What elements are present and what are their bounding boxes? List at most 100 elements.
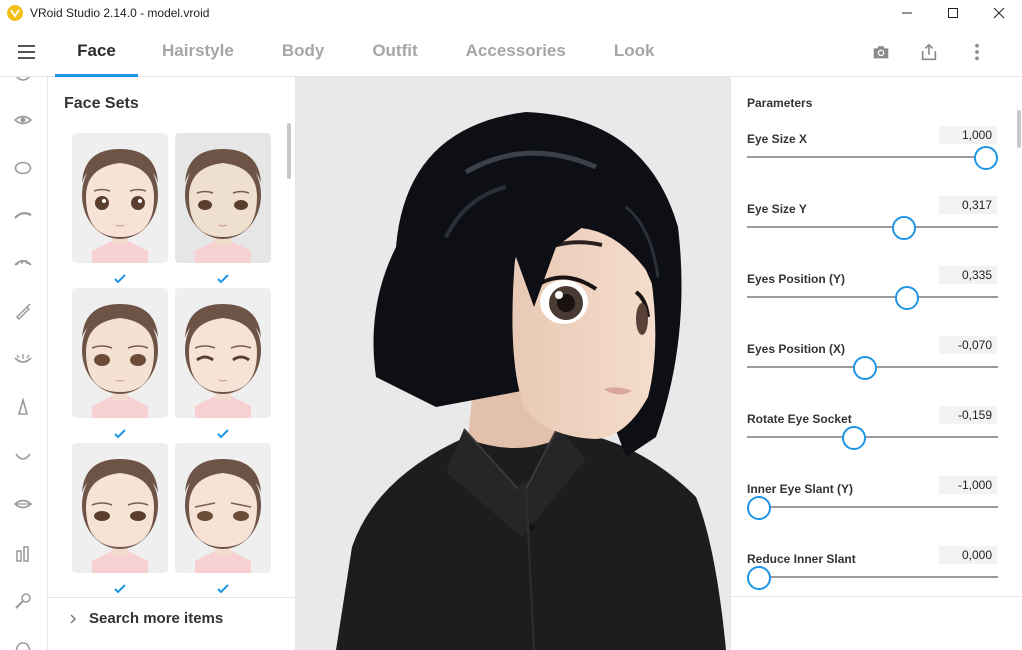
param-value-input[interactable]: 0,000 [939,546,997,564]
title-bar: VRoid Studio 2.14.0 - model.vroid [0,0,1022,26]
face-preview-image [185,459,261,573]
tab-body[interactable]: Body [282,26,325,76]
eyeliner-icon[interactable] [12,300,34,322]
face-set-thumbnail[interactable] [72,133,168,263]
param-eyes-position-y: Eyes Position (Y) 0,335 [731,266,1015,342]
face-sets-scrollbar[interactable] [287,123,291,179]
tab-accessories[interactable]: Accessories [466,26,566,76]
selected-check-icon [114,274,126,284]
selected-check-icon [217,429,229,439]
face-preview-image [82,149,158,263]
slider-track[interactable] [747,156,998,158]
minimize-button[interactable] [884,0,930,26]
face-set-thumbnail[interactable] [175,288,271,418]
teeth-icon[interactable] [12,542,34,564]
export-icon [921,43,937,61]
selected-check-icon [217,274,229,284]
param-value-input[interactable]: 0,335 [939,266,997,284]
slider-track[interactable] [747,226,998,228]
face-set-thumbnail[interactable] [175,443,271,573]
selected-check-icon [114,429,126,439]
3d-model-viewport[interactable] [296,77,730,650]
ear-icon[interactable] [12,636,34,650]
slider-track[interactable] [747,436,998,438]
param-eye-size-x: Eye Size X 1,000 [731,126,1015,202]
face-top-icon[interactable] [12,77,34,85]
slider-handle[interactable] [852,356,877,380]
main-tab-bar: Face Hairstyle Body Outfit Accessories L… [0,26,1022,77]
face-sets-grid [48,132,288,597]
param-value-input[interactable]: 1,000 [939,126,997,144]
hamburger-menu-icon[interactable] [17,43,37,61]
slider-track[interactable] [747,506,998,508]
slider-handle[interactable] [747,566,771,590]
more-vertical-icon [975,43,979,61]
brush-icon[interactable] [12,590,34,612]
camera-icon [873,46,889,59]
param-value-input[interactable]: -0,070 [939,336,997,354]
tab-look[interactable]: Look [614,26,655,76]
param-label: Eyes Position (X) [747,342,846,356]
slider-handle[interactable] [842,426,867,450]
window-title: VRoid Studio 2.14.0 - model.vroid [30,6,210,20]
param-label: Rotate Eye Socket [747,412,852,426]
slider-handle[interactable] [894,286,919,310]
tab-outfit[interactable]: Outfit [372,26,417,76]
chevron-right-icon [70,614,76,623]
mouth-icon[interactable] [12,445,34,467]
param-eyes-position-x: Eyes Position (X) -0,070 [731,336,1015,412]
face-preview-image [82,459,158,573]
face-set-thumbnail[interactable] [72,443,168,573]
eye-closed-icon[interactable] [12,348,34,370]
selected-check-icon [217,584,229,594]
slider-track[interactable] [747,296,998,298]
maximize-icon [948,8,958,18]
parameters-title: Parameters [747,96,813,110]
param-label: Eye Size Y [747,202,807,216]
lips-icon[interactable] [12,493,34,515]
selected-check-icon [114,584,126,594]
face-set-thumbnail[interactable] [175,133,271,263]
param-eye-size-y: Eye Size Y 0,317 [731,196,1015,272]
search-more-label: Search more items [89,610,224,627]
param-label: Eyes Position (Y) [747,272,846,286]
tab-face[interactable]: Face [55,26,138,77]
tab-hairstyle[interactable]: Hairstyle [162,26,234,76]
export-button[interactable] [918,41,940,63]
face-set-thumbnail[interactable] [72,288,168,418]
param-label: Reduce Inner Slant [747,552,856,566]
eye-icon[interactable] [12,109,34,131]
window-controls [884,0,1022,26]
close-button[interactable] [976,0,1022,26]
param-value-input[interactable]: -0,159 [939,406,997,424]
face-sets-title: Face Sets [64,95,139,112]
search-more-items-button[interactable]: Search more items [48,597,295,639]
slider-handle[interactable] [892,216,917,240]
maximize-button[interactable] [930,0,976,26]
more-options-button[interactable] [966,41,988,63]
slider-track[interactable] [747,576,998,578]
face-preview-image [185,149,261,263]
parameters-panel: Parameters Eye Size X 1,000 Eye Size Y 0… [730,77,1022,650]
app-logo-icon [7,5,23,21]
face-preview-image [82,304,158,418]
face-preview-image [185,304,261,418]
eyebrow-icon[interactable] [12,204,34,226]
category-tabs: Face Hairstyle Body Outfit Accessories L… [55,26,655,77]
camera-button[interactable] [870,41,892,63]
param-value-input[interactable]: -1,000 [939,476,997,494]
param-inner-eye-slant-y: Inner Eye Slant (Y) -1,000 [731,476,1015,552]
param-label: Eye Size X [747,132,808,146]
slider-handle[interactable] [974,146,998,170]
parameters-scrollbar[interactable] [1017,110,1021,148]
face-part-rail [0,77,48,650]
param-value-input[interactable]: 0,317 [939,196,997,214]
avatar-model-render [336,112,726,650]
slider-handle[interactable] [747,496,771,520]
nose-icon[interactable] [12,397,34,419]
minimize-icon [902,12,912,14]
face-sets-panel: Face Sets Search more items [48,77,296,650]
face-outline-icon[interactable] [12,157,34,179]
eyelash-icon[interactable] [12,252,34,274]
param-reduce-inner-slant: Reduce Inner Slant 0,000 [731,546,1015,622]
